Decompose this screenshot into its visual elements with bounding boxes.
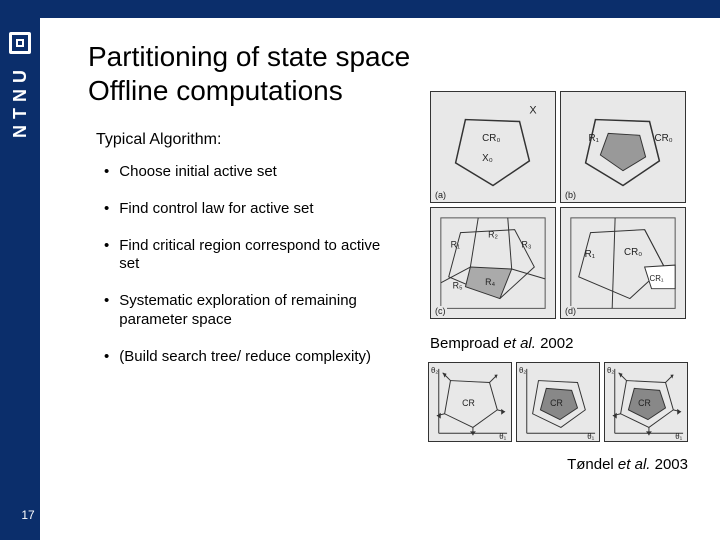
panel-label: (a) — [434, 190, 447, 200]
svg-text:θ₁: θ₁ — [587, 432, 594, 441]
left-column: Typical Algorithm: Choose initial active… — [88, 131, 398, 483]
region-label: X₀ — [482, 153, 493, 164]
top-bar — [0, 0, 720, 18]
bullet-item: Find control law for active set — [104, 200, 398, 219]
region-label: R₃ — [522, 240, 532, 250]
bullet-item: (Build search tree/ reduce complexity) — [104, 348, 398, 367]
figure-panel-b: R₁ CR₀ (b) — [560, 91, 686, 203]
region-label: R₄ — [485, 277, 495, 287]
right-column: X CR₀ X₀ (a) R₁ CR₀ (b) — [416, 131, 700, 483]
figure-panel-a: X CR₀ X₀ (a) — [430, 91, 556, 203]
figure2-panel: CR θ₁ θ₂ — [516, 362, 600, 442]
title-line-2: Offline computations — [88, 75, 343, 106]
bullet-list: Choose initial active set Find control l… — [104, 163, 398, 366]
figure-2-row: CR θ₁ θ₂ CR θ₁ θ₂ — [428, 362, 688, 442]
sidebar: NTNU — [0, 0, 40, 540]
region-label: R₅ — [453, 281, 463, 291]
svg-text:θ₂: θ₂ — [519, 366, 526, 375]
figure-panel-d: R₁ CR₀ CR₁ (d) — [560, 207, 686, 319]
region-label: X — [529, 105, 536, 117]
region-label: CR — [550, 398, 563, 408]
ntnu-logo-icon — [9, 32, 31, 54]
panel-label: (c) — [434, 306, 447, 316]
figure-1-grid: X CR₀ X₀ (a) R₁ CR₀ (b) — [430, 91, 686, 319]
panel-label: (b) — [564, 190, 577, 200]
region-label: CR — [462, 398, 475, 408]
page-number: 17 — [16, 508, 40, 522]
figure2-panel: CR θ₁ θ₂ — [604, 362, 688, 442]
region-label: R₁ — [585, 249, 596, 260]
region-label: R₁ — [589, 133, 600, 144]
figure2-panel: CR θ₁ θ₂ — [428, 362, 512, 442]
region-label: CR₀ — [654, 133, 672, 144]
bullet-item: Find critical region correspond to activ… — [104, 237, 398, 275]
brand-text: NTNU — [10, 64, 31, 138]
region-label: CR₀ — [482, 133, 500, 144]
bullet-item: Choose initial active set — [104, 163, 398, 182]
region-label: R₂ — [488, 230, 498, 240]
citation-1: Bemproad et al. 2002 — [430, 335, 573, 352]
subheading: Typical Algorithm: — [96, 131, 398, 149]
svg-text:θ₁: θ₁ — [499, 432, 506, 441]
bullet-item: Systematic exploration of remaining para… — [104, 292, 398, 330]
region-label: CR₀ — [624, 247, 642, 258]
panel-label: (d) — [564, 306, 577, 316]
svg-text:θ₂: θ₂ — [431, 366, 438, 375]
region-label: CR₁ — [650, 274, 664, 283]
title-line-1: Partitioning of state space — [88, 41, 410, 72]
slide-content: Partitioning of state space Offline comp… — [40, 18, 720, 540]
figure-panel-c: R₁ R₂ R₃ R₄ R₅ (c) — [430, 207, 556, 319]
svg-text:θ₁: θ₁ — [675, 432, 682, 441]
citation-2: Tøndel et al. 2003 — [567, 456, 688, 473]
svg-text:θ₂: θ₂ — [607, 366, 614, 375]
region-label: CR — [638, 398, 651, 408]
region-label: R₁ — [451, 240, 460, 250]
